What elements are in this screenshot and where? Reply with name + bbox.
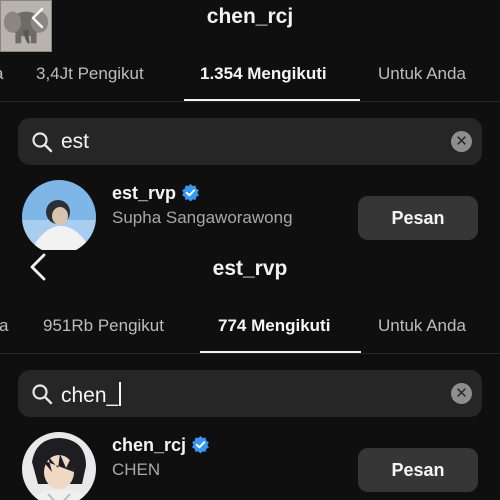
page-title: est_rvp xyxy=(212,257,288,280)
search-icon xyxy=(31,383,53,405)
text-caret xyxy=(119,382,122,406)
tab-following[interactable]: 1.354 Mengikuti xyxy=(200,64,327,84)
search-input[interactable]: est ✕ xyxy=(18,118,482,165)
tab-followers[interactable]: 951Rb Pengikut xyxy=(43,316,164,336)
message-button[interactable]: Pesan xyxy=(358,448,478,492)
search-icon xyxy=(31,131,53,153)
tab-for-you[interactable]: Untuk Anda xyxy=(378,64,466,84)
screen-following-est: est_rvp a 951Rb Pengikut 774 Mengikuti U… xyxy=(0,250,500,500)
search-query: est xyxy=(61,130,90,153)
page-title: chen_rcj xyxy=(206,5,294,28)
clear-icon[interactable]: ✕ xyxy=(451,131,472,152)
search-query-text: chen_ xyxy=(61,384,119,407)
username: est_rvp xyxy=(112,183,200,204)
tab-partial-left[interactable]: a xyxy=(0,316,8,336)
tabs-divider xyxy=(0,353,500,354)
full-name: Supha Sangaworawong xyxy=(112,208,293,227)
tab-followers[interactable]: 3,4Jt Pengikut xyxy=(36,64,144,84)
verified-badge-icon xyxy=(181,183,200,202)
verified-badge-icon xyxy=(191,435,210,454)
tabs-divider xyxy=(0,101,500,102)
screen-following-chen: chen_rcj a 3,4Jt Pengikut 1.354 Mengikut… xyxy=(0,0,500,250)
message-button[interactable]: Pesan xyxy=(358,196,478,240)
search-input[interactable]: chen_ ✕ xyxy=(18,370,482,417)
list-item[interactable]: chen_rcj CHEN Pesan xyxy=(0,432,500,500)
clear-icon[interactable]: ✕ xyxy=(451,383,472,404)
tab-following[interactable]: 774 Mengikuti xyxy=(218,316,330,336)
search-query: chen_ xyxy=(61,382,122,408)
tab-for-you[interactable]: Untuk Anda xyxy=(378,316,466,336)
username-text: est_rvp xyxy=(112,183,177,203)
full-name: CHEN xyxy=(112,460,161,479)
username: chen_rcj xyxy=(112,435,210,456)
tab-partial-left[interactable]: a xyxy=(0,64,3,84)
tab-bar: a 3,4Jt Pengikut 1.354 Mengikuti Untuk A… xyxy=(0,64,500,124)
avatar[interactable] xyxy=(22,432,96,500)
tab-bar: a 951Rb Pengikut 774 Mengikuti Untuk And… xyxy=(0,316,500,376)
username-text: chen_rcj xyxy=(112,435,187,455)
avatar[interactable] xyxy=(22,180,96,250)
list-item[interactable]: est_rvp Supha Sangaworawong Pesan xyxy=(0,180,500,250)
